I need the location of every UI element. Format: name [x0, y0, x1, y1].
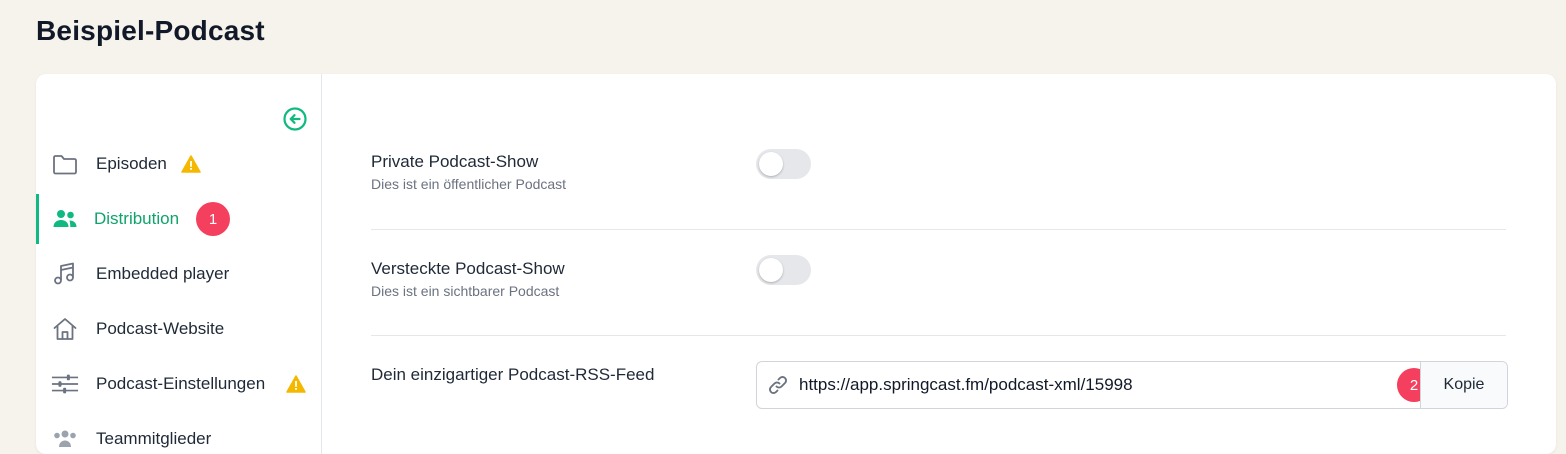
divider: [371, 229, 1506, 230]
rss-feed-label: Dein einzigartiger Podcast-RSS-Feed: [371, 365, 655, 384]
sidebar-item-label: Teammitglieder: [96, 429, 212, 448]
hidden-show-toggle[interactable]: [756, 255, 811, 285]
sliders-icon: [51, 370, 79, 398]
step-badge: 1: [196, 202, 230, 236]
sidebar: Episoden Distribution 1 Embedded player …: [36, 74, 322, 454]
sidebar-item-episoden[interactable]: Episoden: [36, 139, 321, 189]
page-title: Beispiel-Podcast: [36, 15, 265, 46]
folder-icon: [51, 150, 79, 178]
arrow-left-circle-icon: [283, 107, 307, 131]
sidebar-item-label: Podcast-Einstellungen: [96, 374, 266, 393]
private-show-toggle[interactable]: [756, 149, 811, 179]
hidden-show-description: Dies ist ein sichtbarer Podcast: [371, 283, 560, 299]
private-show-label: Private Podcast-Show: [371, 152, 539, 171]
link-icon: [767, 374, 789, 396]
private-show-description: Dies ist ein öffentlicher Podcast: [371, 176, 567, 192]
music-note-icon: [51, 260, 79, 288]
team-icon: [51, 425, 79, 453]
sidebar-item-podcast-einstellungen[interactable]: Podcast-Einstellungen: [36, 359, 321, 409]
copy-button[interactable]: Kopie: [1420, 362, 1507, 408]
sidebar-item-embedded-player[interactable]: Embedded player: [36, 249, 321, 299]
hidden-show-label: Versteckte Podcast-Show: [371, 259, 565, 278]
home-icon: [51, 315, 79, 343]
sidebar-item-distribution[interactable]: Distribution 1: [36, 194, 321, 244]
warning-icon: [286, 375, 306, 393]
divider: [371, 335, 1506, 336]
sidebar-item-teammitglieder[interactable]: Teammitglieder: [36, 414, 321, 454]
collapse-sidebar-button[interactable]: [283, 107, 307, 131]
toggle-knob: [759, 152, 783, 176]
users-icon: [51, 205, 79, 233]
sidebar-item-label: Podcast-Website: [96, 319, 225, 338]
content-card: Episoden Distribution 1 Embedded player …: [36, 74, 1556, 454]
sidebar-item-label: Distribution: [94, 209, 180, 228]
warning-icon: [181, 155, 201, 173]
rss-feed-url[interactable]: https://app.springcast.fm/podcast-xml/15…: [799, 375, 1133, 395]
sidebar-item-label: Episoden: [96, 154, 167, 173]
toggle-knob: [759, 258, 783, 282]
sidebar-item-label: Embedded player: [96, 264, 230, 283]
sidebar-item-podcast-website[interactable]: Podcast-Website: [36, 304, 321, 354]
rss-feed-field[interactable]: https://app.springcast.fm/podcast-xml/15…: [756, 361, 1508, 409]
